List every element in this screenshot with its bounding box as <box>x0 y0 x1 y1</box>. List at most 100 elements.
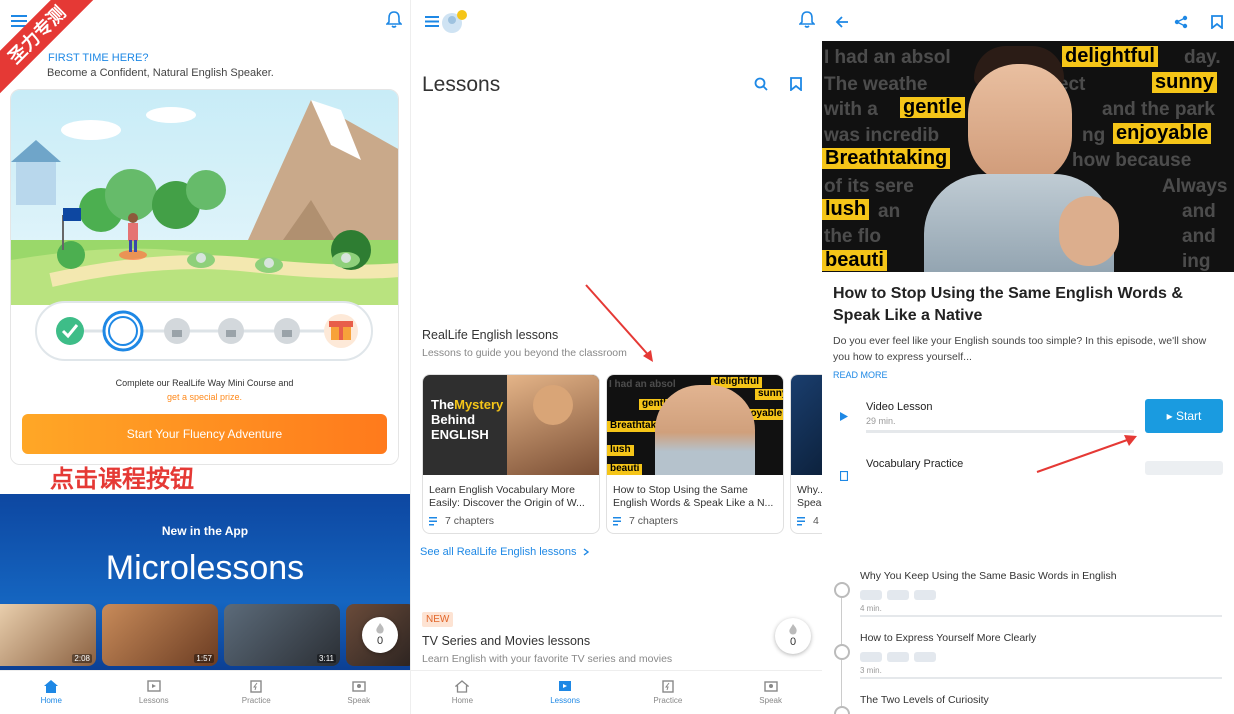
video-duration: 1:57 <box>194 654 214 663</box>
lesson-card[interactable]: I had an absol delightful sunny gentle e… <box>606 374 784 534</box>
start-adventure-button[interactable]: Start Your Fluency Adventure <box>22 414 387 454</box>
lessons-icon <box>559 681 572 691</box>
nav-speak[interactable]: Speak <box>308 671 411 714</box>
chapter-title: How to Express Yourself More Clearly <box>860 632 1037 644</box>
streak-count: 0 <box>789 636 797 648</box>
flame-icon <box>789 624 797 635</box>
chapters-icon <box>797 516 805 525</box>
nav-lessons-label: Lessons <box>550 696 581 705</box>
hero-ghost-text: and <box>1182 226 1216 247</box>
microlesson-video-1[interactable]: 2:08 <box>0 604 96 666</box>
microlesson-video-3[interactable]: 3:11 <box>224 604 340 666</box>
chapter-progress <box>860 615 1222 617</box>
promo-kicker: New in the App <box>161 524 249 538</box>
chapter-circle-icon <box>834 644 850 660</box>
nav-speak-label: Speak <box>347 696 371 705</box>
search-icon[interactable] <box>752 75 770 93</box>
flame-icon <box>376 623 384 634</box>
lesson-card-title: How to Stop Using the Same English Words… <box>613 484 774 509</box>
lessons-screen: Lessons RealLife English lessons Lessons… <box>410 0 822 714</box>
lessons-icon <box>147 680 161 692</box>
thumb-text: The <box>431 397 455 412</box>
highlight-word: beauti <box>607 463 643 475</box>
hero-ghost-text: and <box>1182 201 1216 222</box>
lesson-card[interactable]: Why... Speak... 4 <box>790 374 822 534</box>
speak-icon <box>763 681 778 692</box>
highlight-word: enjoyable <box>1113 123 1212 144</box>
chapters-icon <box>613 516 621 525</box>
streak-button[interactable]: 0 <box>362 617 398 653</box>
bell-icon[interactable] <box>384 10 404 30</box>
nav-practice-label: Practice <box>241 696 271 705</box>
chapter-title: The Two Levels of Curiosity <box>860 694 989 706</box>
nav-practice[interactable]: Practice <box>205 671 308 714</box>
chapters-count: 4 <box>813 515 819 527</box>
section-title: RealLife English lessons <box>422 328 559 342</box>
streak-button[interactable]: 0 <box>775 618 811 654</box>
nav-home[interactable]: Home <box>411 671 514 714</box>
highlight-word: sunny <box>1152 72 1217 93</box>
chapter-pills <box>860 649 941 667</box>
tv-section-title: TV Series and Movies lessons <box>422 634 591 648</box>
bottom-navigation: Home Lessons Practice Speak <box>411 670 822 714</box>
bell-icon[interactable] <box>797 10 817 30</box>
adventure-illustration <box>11 90 398 464</box>
video-duration: 29 min. <box>866 416 896 426</box>
see-all-link[interactable]: See all RealLife English lessons <box>420 546 590 558</box>
page-title: Lessons <box>422 73 501 96</box>
chapter-progress <box>860 677 1222 679</box>
lesson-description: Do you ever feel like your English sound… <box>833 335 1207 363</box>
chapter-circle-icon <box>834 706 850 714</box>
nav-practice[interactable]: Practice <box>617 671 720 714</box>
microlesson-video-2[interactable]: 1:57 <box>102 604 218 666</box>
video-duration: 3:11 <box>317 654 336 663</box>
vocab-practice-label: Vocabulary Practice <box>866 458 964 470</box>
nav-home[interactable]: Home <box>0 671 103 714</box>
start-button[interactable]: ▸ Start <box>1145 399 1223 433</box>
home-icon <box>44 680 59 693</box>
tv-section-subtitle: Learn English with your favorite TV seri… <box>422 653 673 665</box>
nav-lessons[interactable]: Lessons <box>514 671 617 714</box>
nav-speak-label: Speak <box>759 696 782 705</box>
menu-icon[interactable] <box>423 12 441 30</box>
nav-lessons[interactable]: Lessons <box>103 671 206 714</box>
nav-lessons-label: Lessons <box>138 696 169 705</box>
new-badge: NEW <box>422 612 454 627</box>
vocab-start-button[interactable] <box>1145 461 1223 475</box>
read-more-link[interactable]: READ MORE <box>833 370 888 380</box>
nav-speak[interactable]: Speak <box>719 671 822 714</box>
video-lesson-label: Video Lesson <box>866 401 933 413</box>
thumb-text: Behind <box>431 412 476 427</box>
hero-ghost-text: day. <box>1184 47 1221 68</box>
promo-title: Microlessons <box>105 549 305 587</box>
course-text: Complete our RealLife Way Mini Course an… <box>115 378 294 388</box>
chapter-circle-icon <box>834 582 850 598</box>
share-icon[interactable] <box>1171 12 1191 32</box>
bookmark-icon[interactable] <box>787 75 805 93</box>
highlight-word: lush <box>822 199 870 220</box>
annotation-arrow <box>1036 435 1137 473</box>
lesson-detail-screen: I had an absol day. The weathe perfect w… <box>822 0 1234 714</box>
nav-practice-label: Practice <box>653 696 683 705</box>
prize-link[interactable]: get a special prize. <box>11 392 398 402</box>
streak-count: 0 <box>376 635 384 647</box>
chapters-count: 7 chapters <box>445 515 495 527</box>
lesson-hero-video[interactable]: I had an absol day. The weathe perfect w… <box>822 41 1234 272</box>
lesson-card[interactable]: TheMystery Behind ENGLISH Learn English … <box>422 374 600 534</box>
instruction-annotation: 点击课程按钮 <box>50 466 194 493</box>
bookmark-icon[interactable] <box>1207 12 1227 32</box>
hero-ghost-text: ing <box>1182 251 1211 272</box>
chapter-title: Why You Keep Using the Same Basic Words … <box>860 570 1117 582</box>
lesson-card-chapters: 7 chapters <box>607 509 783 527</box>
home-screen: 圣力专测 FIRST TIME HERE? Become a Confident… <box>0 0 410 714</box>
nav-home-label: Home <box>40 696 62 705</box>
back-arrow-icon[interactable] <box>832 12 852 32</box>
see-all-label: See all RealLife English lessons <box>420 546 577 558</box>
avatar[interactable] <box>440 9 470 35</box>
lesson-card-chapters: 7 chapters <box>423 509 599 527</box>
chapter-pills <box>860 587 941 605</box>
play-icon <box>838 410 850 422</box>
chevron-right-icon <box>583 548 589 556</box>
home-subtitle: Become a Confident, Natural English Spea… <box>47 67 274 79</box>
thumb-text: ENGLISH <box>431 427 489 442</box>
